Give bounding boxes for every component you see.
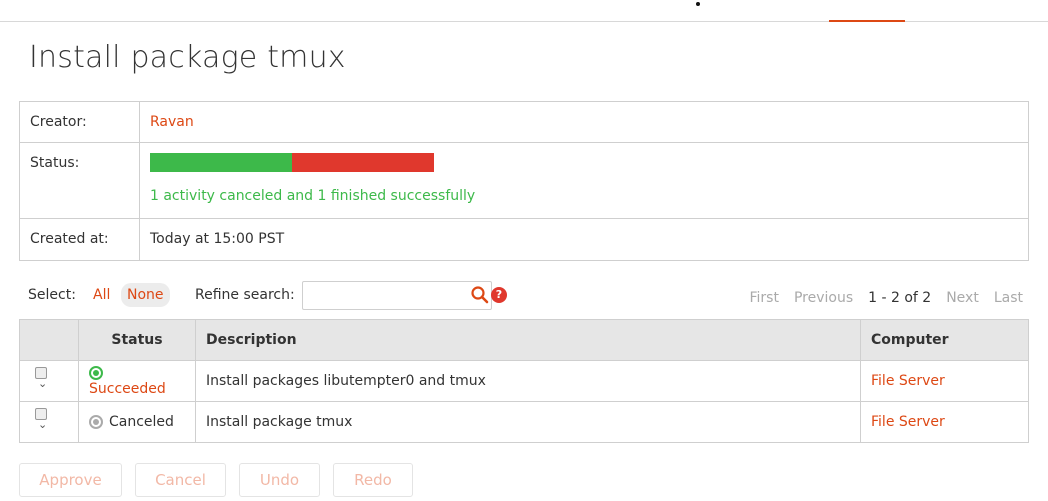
creator-link[interactable]: Ravan (150, 114, 194, 130)
computer-link[interactable]: File Server (871, 414, 945, 430)
approve-button[interactable]: Approve (19, 463, 122, 497)
status-canceled-text: Canceled (109, 414, 174, 430)
pager-current-range: 1 - 2 of 2 (868, 290, 932, 306)
computer-cell: File Server (860, 360, 1029, 402)
created-at-value: Today at 15:00 PST (150, 231, 285, 247)
table-row: ⌄ Succeeded Install packages libutempter… (19, 360, 1029, 402)
created-at-label: Created at: (20, 219, 140, 260)
undo-button[interactable]: Undo (239, 463, 320, 497)
canceled-status-icon (89, 415, 103, 429)
page-title: Install package tmux (29, 40, 346, 75)
pager-last-link[interactable]: Last (994, 290, 1023, 306)
pagination: First Previous 1 - 2 of 2 Next Last (749, 290, 1023, 306)
pager-first-link[interactable]: First (749, 290, 778, 306)
activities-table: Status Description Computer ⌄ Succeeded … (19, 319, 1029, 443)
status-cell: Canceled (78, 401, 196, 443)
status-progress-bar (150, 153, 434, 172)
activity-info-table: Creator: Ravan Status: 1 activity cancel… (19, 101, 1029, 261)
search-input[interactable] (302, 281, 492, 310)
expand-chevron-icon[interactable]: ⌄ (38, 418, 47, 431)
status-summary-text: 1 activity canceled and 1 finished succe… (150, 188, 476, 204)
row-select-cell: ⌄ (19, 401, 79, 443)
select-label: Select: (28, 287, 76, 303)
active-tab-indicator (829, 20, 905, 22)
creator-label: Creator: (20, 102, 140, 142)
select-all-link[interactable]: All (93, 287, 110, 303)
succeeded-status-icon (89, 366, 103, 380)
header-status[interactable]: Status (78, 319, 196, 361)
status-succeeded-link[interactable]: Succeeded (89, 381, 166, 397)
redo-button[interactable]: Redo (333, 463, 413, 497)
help-icon[interactable]: ? (491, 287, 507, 303)
top-navigation-bar (0, 0, 1048, 22)
computer-link[interactable]: File Server (871, 373, 945, 389)
pager-next-link[interactable]: Next (946, 290, 979, 306)
created-at-row: Created at: Today at 15:00 PST (20, 219, 1028, 260)
status-bar-succeeded-segment (150, 153, 292, 172)
description-cell: Install packages libutempter0 and tmux (195, 360, 861, 402)
status-bar-canceled-segment (292, 153, 434, 172)
menu-dot-icon (696, 2, 700, 6)
action-buttons: Approve Cancel Undo Redo (19, 463, 413, 497)
status-cell: Succeeded (78, 360, 196, 402)
status-label: Status: (20, 143, 140, 218)
header-computer[interactable]: Computer (860, 319, 1029, 361)
row-select-cell: ⌄ (19, 360, 79, 402)
select-none-link[interactable]: None (121, 283, 170, 307)
cancel-button[interactable]: Cancel (135, 463, 226, 497)
search-icon[interactable] (470, 285, 490, 305)
pager-previous-link[interactable]: Previous (794, 290, 853, 306)
expand-chevron-icon[interactable]: ⌄ (38, 377, 47, 390)
status-row: Status: 1 activity canceled and 1 finish… (20, 143, 1028, 219)
table-row: ⌄ Canceled Install package tmux File Ser… (19, 401, 1029, 443)
refine-search-label: Refine search: (195, 287, 295, 303)
description-cell: Install package tmux (195, 401, 861, 443)
creator-row: Creator: Ravan (20, 102, 1028, 143)
header-select (19, 319, 79, 361)
computer-cell: File Server (860, 401, 1029, 443)
header-description[interactable]: Description (195, 319, 861, 361)
table-header-row: Status Description Computer (19, 319, 1029, 361)
list-controls: Select: All None Refine search: ? First … (28, 281, 1028, 310)
